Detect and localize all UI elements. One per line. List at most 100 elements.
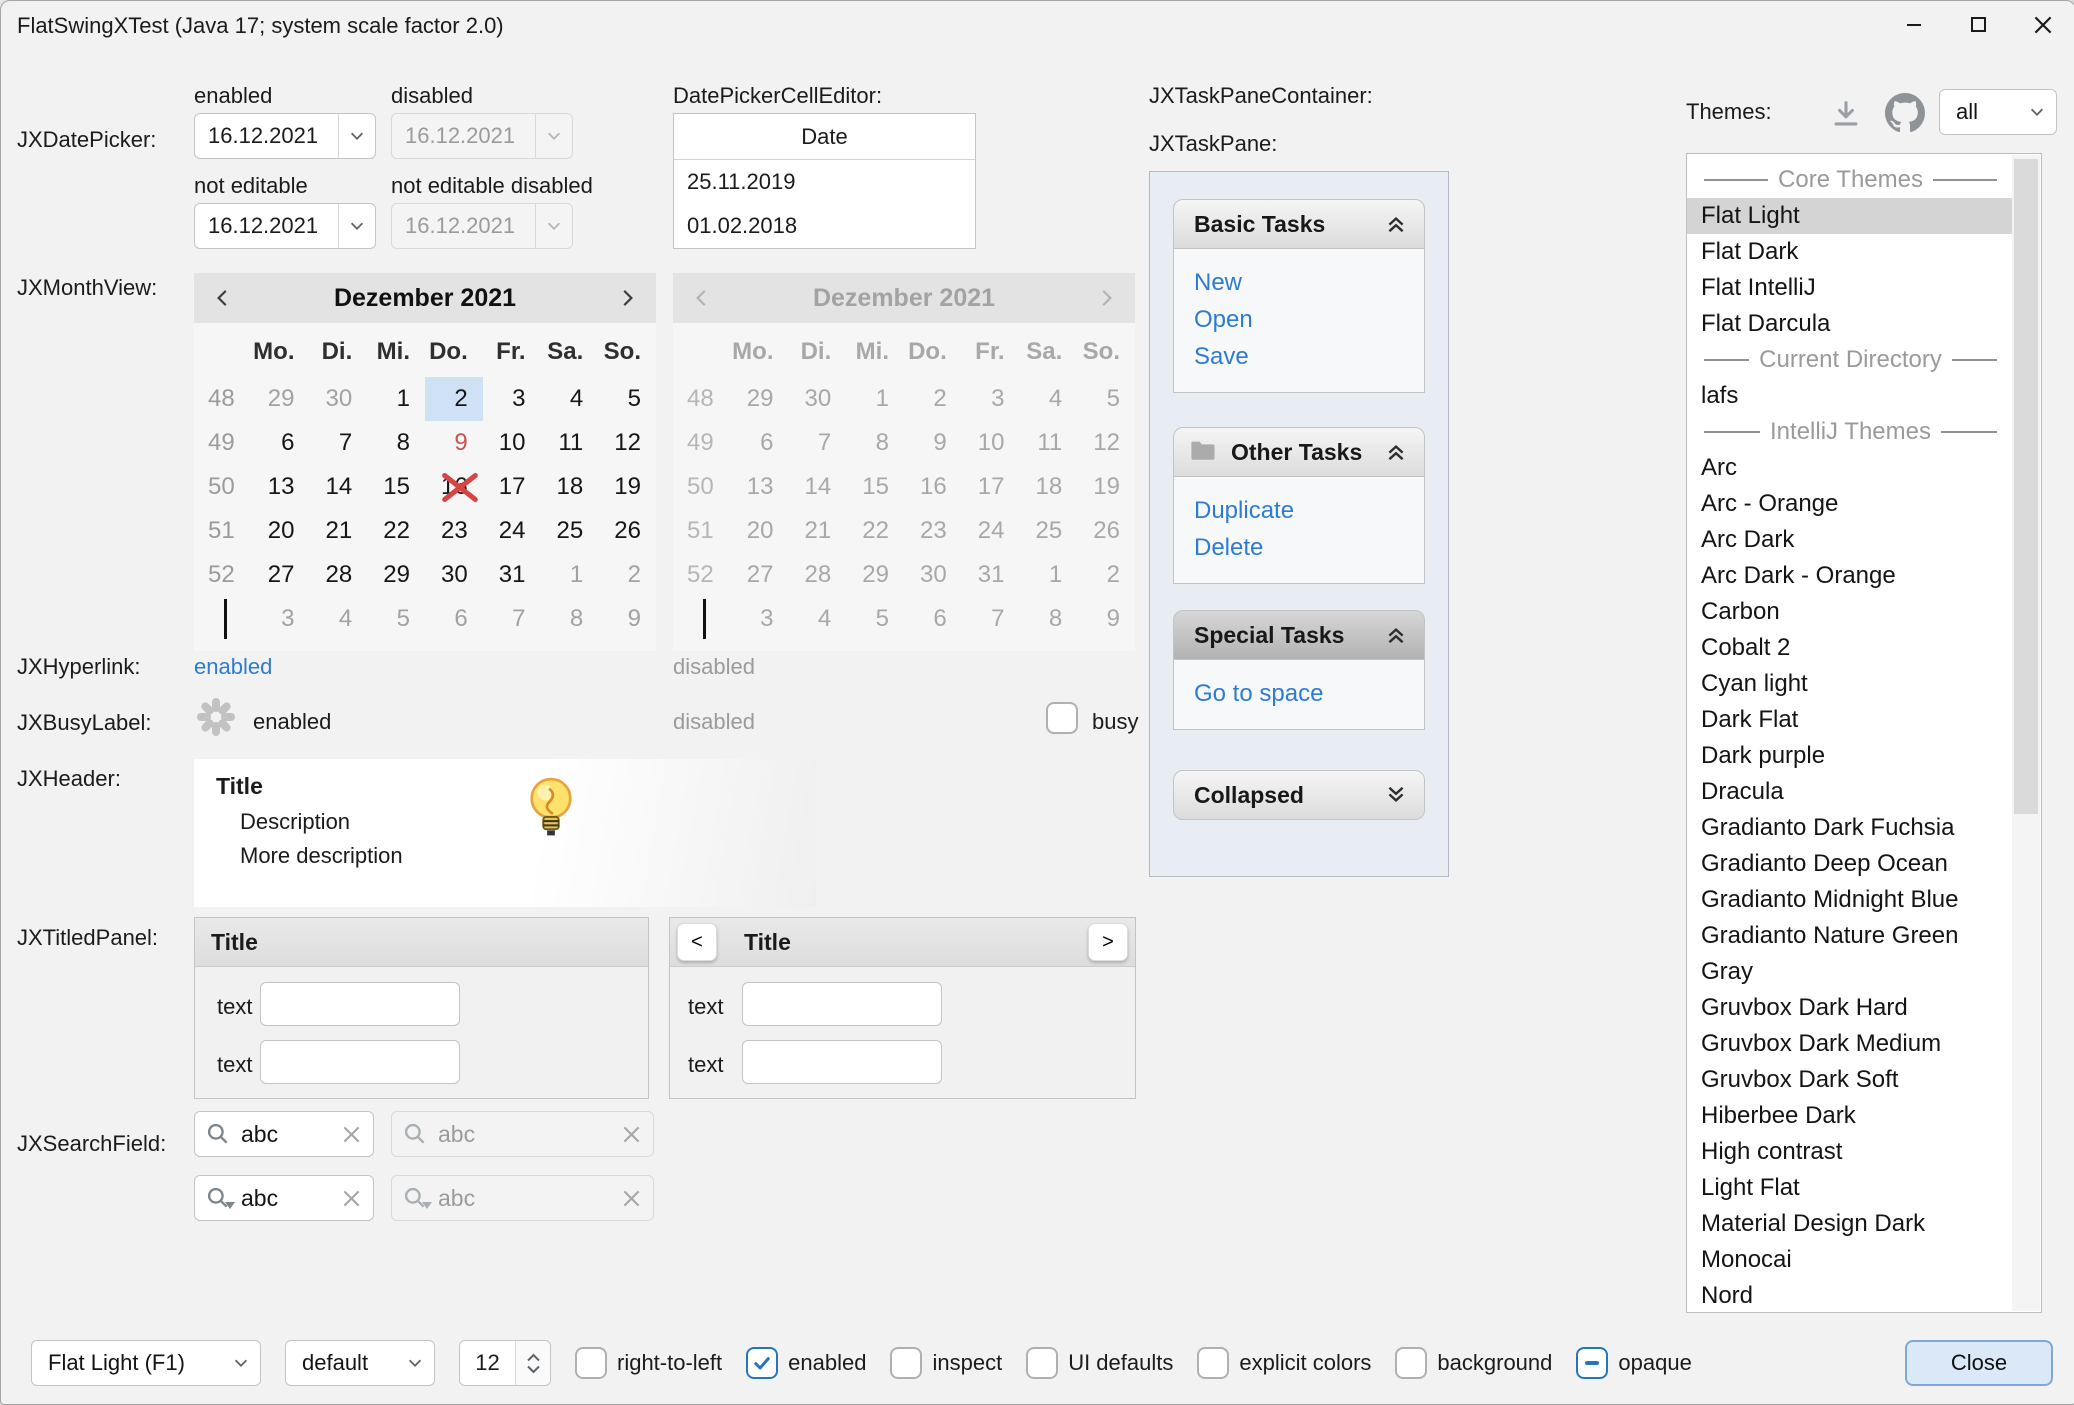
day-cell[interactable]: 14: [310, 465, 368, 509]
search-field[interactable]: [194, 1175, 374, 1221]
day-cell[interactable]: 9: [598, 597, 656, 641]
theme-list-item[interactable]: lafs: [1687, 378, 2014, 414]
download-icon[interactable]: [1829, 97, 1863, 131]
theme-list-item[interactable]: Gruvbox Dark Hard: [1687, 990, 2014, 1026]
day-cell[interactable]: 20: [252, 509, 310, 553]
theme-list-item[interactable]: Flat IntelliJ: [1687, 270, 2014, 306]
day-cell[interactable]: 4: [310, 597, 368, 641]
scrollbar-thumb[interactable]: [2014, 159, 2038, 814]
search-options-arrow-icon[interactable]: [225, 1202, 235, 1209]
theme-list-item[interactable]: Material Design Dark: [1687, 1206, 2014, 1242]
search-field[interactable]: [194, 1111, 374, 1157]
checkbox-opaque[interactable]: opaque: [1576, 1347, 1691, 1379]
style-combo[interactable]: default: [285, 1340, 435, 1386]
day-cell[interactable]: 18: [541, 465, 599, 509]
laf-combo[interactable]: Flat Light (F1): [31, 1340, 261, 1386]
day-cell[interactable]: 11: [541, 421, 599, 465]
theme-list-item[interactable]: Arc: [1687, 450, 2014, 486]
theme-list-item[interactable]: Gradianto Midnight Blue: [1687, 882, 2014, 918]
theme-list-item[interactable]: Monocai: [1687, 1242, 2014, 1278]
day-cell[interactable]: 30: [425, 553, 483, 597]
day-cell[interactable]: 17: [483, 465, 541, 509]
day-cell[interactable]: 23: [425, 509, 483, 553]
day-cell[interactable]: 6: [252, 421, 310, 465]
close-window-icon[interactable]: [2011, 1, 2074, 49]
checkbox-enabled[interactable]: enabled: [746, 1347, 866, 1379]
theme-list-item[interactable]: High contrast: [1687, 1134, 2014, 1170]
text-input[interactable]: [260, 982, 460, 1026]
taskpane-action-link[interactable]: Open: [1194, 301, 1404, 338]
theme-list-item[interactable]: Flat Light: [1687, 198, 2014, 234]
checkbox-ui-defaults[interactable]: UI defaults: [1026, 1347, 1173, 1379]
day-cell[interactable]: 7: [483, 597, 541, 641]
theme-list-item[interactable]: Dark purple: [1687, 738, 2014, 774]
day-cell[interactable]: 16: [425, 465, 483, 509]
taskpane-header[interactable]: Special Tasks: [1173, 610, 1425, 660]
theme-list-item[interactable]: Flat Darcula: [1687, 306, 2014, 342]
monthview-next-icon[interactable]: [598, 273, 656, 323]
checkbox-box[interactable]: [746, 1347, 778, 1379]
text-input[interactable]: [742, 1040, 942, 1084]
text-input[interactable]: [260, 1040, 460, 1084]
checkbox-box[interactable]: [1026, 1347, 1058, 1379]
day-cell[interactable]: 24: [483, 509, 541, 553]
checkbox-right-to-left[interactable]: right-to-left: [575, 1347, 722, 1379]
day-cell[interactable]: 9: [425, 421, 483, 465]
checkbox-box[interactable]: [1576, 1347, 1608, 1379]
theme-list-item[interactable]: Carbon: [1687, 594, 2014, 630]
table-row[interactable]: 25.11.2019: [674, 160, 975, 204]
day-cell[interactable]: 4: [541, 377, 599, 421]
taskpane-header[interactable]: Collapsed: [1173, 770, 1425, 820]
day-cell[interactable]: 8: [367, 421, 425, 465]
day-cell[interactable]: 19: [598, 465, 656, 509]
theme-list-item[interactable]: Gruvbox Dark Medium: [1687, 1026, 2014, 1062]
chevron-double-down-icon[interactable]: [1384, 783, 1408, 807]
day-cell[interactable]: 2: [425, 377, 483, 421]
day-cell[interactable]: 1: [541, 553, 599, 597]
taskpane-action-link[interactable]: Delete: [1194, 529, 1404, 566]
day-cell[interactable]: 12: [598, 421, 656, 465]
monthview-prev-icon[interactable]: [194, 273, 252, 323]
day-cell[interactable]: 27: [252, 553, 310, 597]
day-cell[interactable]: 8: [541, 597, 599, 641]
checkbox-background[interactable]: background: [1395, 1347, 1552, 1379]
taskpane-action-link[interactable]: New: [1194, 264, 1404, 301]
day-cell[interactable]: 6: [425, 597, 483, 641]
spinner-buttons[interactable]: [515, 1341, 550, 1385]
taskpane-action-link[interactable]: Duplicate: [1194, 492, 1404, 529]
font-size-spinner[interactable]: 12: [459, 1340, 551, 1386]
github-icon[interactable]: [1885, 93, 1925, 133]
checkbox-inspect[interactable]: inspect: [890, 1347, 1002, 1379]
day-cell[interactable]: 2: [598, 553, 656, 597]
day-cell[interactable]: 31: [483, 553, 541, 597]
chevron-down-icon[interactable]: [338, 114, 375, 158]
theme-list-item[interactable]: Nord: [1687, 1278, 2014, 1313]
themes-list[interactable]: Core ThemesFlat LightFlat DarkFlat Intel…: [1686, 153, 2042, 1313]
day-cell[interactable]: 22: [367, 509, 425, 553]
day-cell[interactable]: 3: [252, 597, 310, 641]
search-input[interactable]: [239, 1184, 342, 1213]
titled-panel-left-button[interactable]: <: [677, 923, 717, 961]
day-cell[interactable]: 26: [598, 509, 656, 553]
theme-list-item[interactable]: Flat Dark: [1687, 234, 2014, 270]
search-input[interactable]: [239, 1120, 342, 1149]
theme-list-item[interactable]: Gray: [1687, 954, 2014, 990]
chevron-double-up-icon[interactable]: [1384, 440, 1408, 464]
day-cell[interactable]: 3: [483, 377, 541, 421]
day-cell[interactable]: 13: [252, 465, 310, 509]
taskpane-header[interactable]: Basic Tasks: [1173, 199, 1425, 249]
taskpane-action-link[interactable]: Save: [1194, 338, 1404, 375]
theme-list-item[interactable]: Gruvbox Dark Soft: [1687, 1062, 2014, 1098]
day-cell[interactable]: 30: [310, 377, 368, 421]
theme-list-item[interactable]: Arc Dark - Orange: [1687, 558, 2014, 594]
day-cell[interactable]: 5: [367, 597, 425, 641]
close-button[interactable]: Close: [1905, 1340, 2053, 1386]
theme-list-item[interactable]: Gradianto Nature Green: [1687, 918, 2014, 954]
day-cell[interactable]: 15: [367, 465, 425, 509]
day-cell[interactable]: 29: [252, 377, 310, 421]
chevron-down-icon[interactable]: [338, 204, 375, 248]
day-cell[interactable]: 10: [483, 421, 541, 465]
clear-search-icon[interactable]: [342, 1189, 361, 1208]
theme-list-item[interactable]: Hiberbee Dark: [1687, 1098, 2014, 1134]
text-input[interactable]: [742, 982, 942, 1026]
